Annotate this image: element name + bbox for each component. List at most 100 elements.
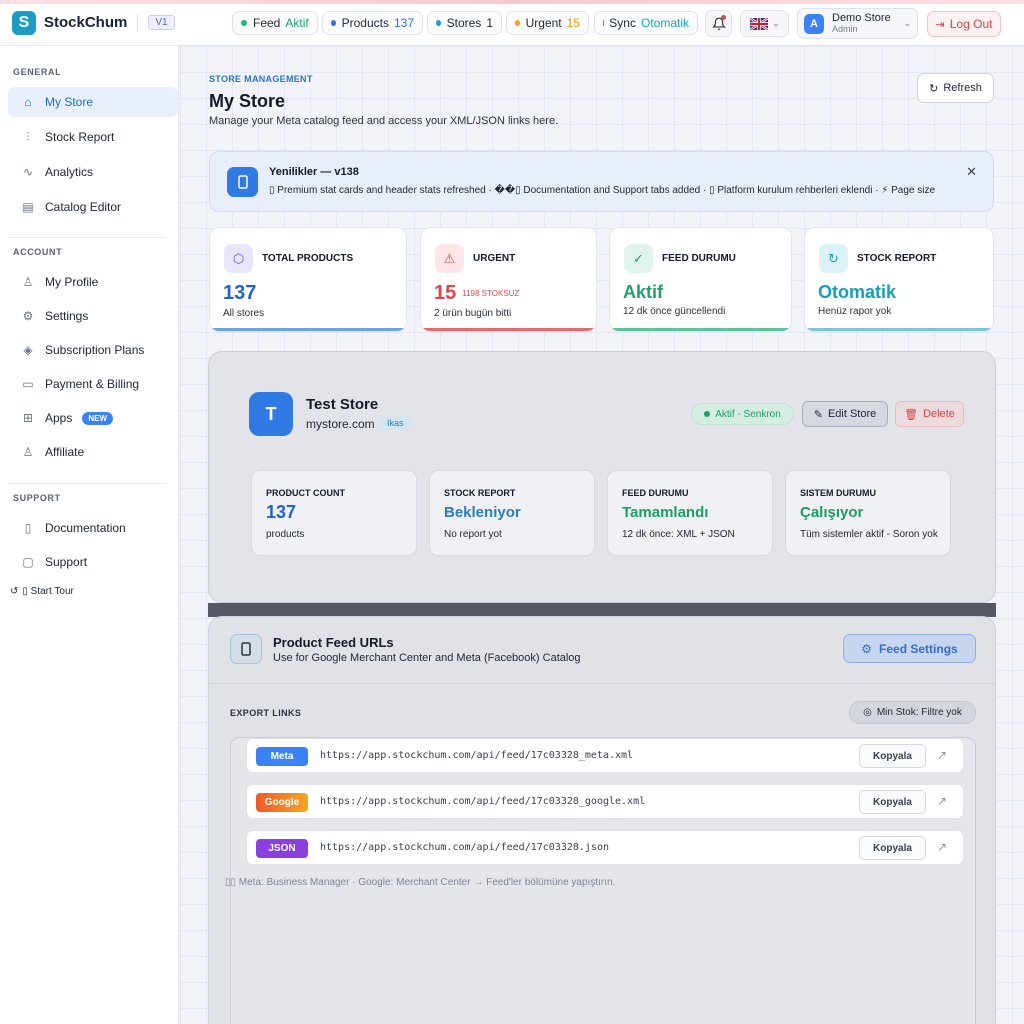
sidebar-item-my-store[interactable]: ⌂ My Store (8, 87, 178, 117)
sidebar-item-stock-report[interactable]: ⫶ Stock Report (8, 122, 178, 152)
header-stat-feed[interactable]: Feed Aktif (232, 11, 318, 35)
divider (8, 483, 166, 484)
sidebar-item-documentation[interactable]: ▯ Documentation (8, 513, 178, 543)
sidebar-item-analytics[interactable]: ∿ Analytics (8, 157, 178, 187)
status-dot-icon (515, 20, 520, 26)
copy-button[interactable]: Kopyala (859, 836, 926, 860)
accent-bar (421, 328, 596, 331)
status-dot-icon (436, 20, 441, 26)
sidebar: GENERAL ⌂ My Store ⫶ Stock Report ∿ Anal… (0, 46, 179, 1024)
source-tag: Google (256, 793, 308, 812)
external-link-icon[interactable]: ↗ (937, 840, 947, 854)
feed-url[interactable]: https://app.stockchum.com/api/feed/17c03… (320, 750, 633, 761)
user-plus-icon: ♙ (22, 445, 34, 459)
store-metric-card: SISTEM DURUMU Çalışıyor Tüm sistemler ak… (785, 470, 951, 556)
section-title-account: ACCOUNT (13, 247, 63, 257)
sidebar-item-catalog-editor[interactable]: ▤ Catalog Editor (8, 192, 178, 222)
external-link-icon[interactable]: ↗ (937, 748, 947, 762)
restart-icon: ↺ (10, 586, 19, 597)
user-role: Admin (832, 23, 858, 34)
avatar: A (804, 13, 824, 34)
page-title: My Store (209, 91, 286, 111)
page-eyebrow: STORE MANAGEMENT (209, 74, 313, 84)
sidebar-item-subscription-plans[interactable]: ◈ Subscription Plans (8, 335, 178, 365)
external-link-icon[interactable]: ↗ (937, 794, 947, 808)
close-icon[interactable]: ✕ (966, 164, 977, 180)
store-name: Test Store (306, 396, 379, 413)
copy-button[interactable]: Kopyala (859, 744, 926, 768)
start-tour-button[interactable]: ↺ ▯ Start Tour (10, 586, 74, 597)
logout-button[interactable]: ⇥ Log Out (927, 11, 1001, 37)
news-title: Yenilikler — v138 (269, 166, 359, 178)
header-stat-sync[interactable]: Sync Otomatik (594, 11, 698, 35)
status-dot-icon (704, 411, 711, 417)
refresh-icon: ↻ (819, 244, 848, 273)
stat-value: Otomatik (818, 282, 897, 302)
copy-button[interactable]: Kopyala (859, 790, 926, 814)
stat-card-total-products: ⬡ TOTAL PRODUCTS 137 All stores (209, 227, 407, 332)
news-text: ▯ Premium stat cards and header stats re… (269, 185, 936, 196)
stat-value: Aktif (623, 282, 663, 302)
section-title-general: GENERAL (13, 67, 62, 77)
store-avatar: T (249, 392, 293, 436)
gear-icon: ⚙ (22, 309, 34, 323)
target-icon: ◎ (863, 707, 872, 718)
export-links-list: Meta https://app.stockchum.com/api/feed/… (225, 737, 976, 1024)
credit-card-icon: ▭ (22, 377, 34, 391)
status-dot-icon (241, 20, 247, 26)
store-url: mystore.com (306, 417, 375, 431)
brand-name[interactable]: StockChum (44, 14, 127, 31)
header-stat-products[interactable]: Products 137 (322, 11, 423, 35)
section-title-support: SUPPORT (13, 493, 61, 503)
sidebar-item-my-profile[interactable]: ♙ My Profile (8, 267, 178, 297)
language-selector[interactable]: ⌄ (740, 10, 789, 37)
header-stat-stores[interactable]: Stores 1 (427, 11, 502, 35)
home-icon: ⌂ (24, 95, 32, 109)
sidebar-item-payment-billing[interactable]: ▭ Payment & Billing (8, 369, 178, 399)
source-tag: JSON (256, 839, 308, 858)
sidebar-item-support[interactable]: ▢ Support (8, 547, 178, 577)
apps-icon: ⊞ (22, 411, 34, 425)
user-name: Demo Store (832, 11, 891, 24)
sidebar-item-settings[interactable]: ⚙ Settings (8, 301, 178, 331)
sidebar-item-apps[interactable]: ⊞ Apps NEW (8, 403, 178, 433)
feed-link-row-json: JSON https://app.stockchum.com/api/feed/… (246, 830, 964, 865)
grid-icon: ▤ (22, 200, 34, 214)
min-stock-filter[interactable]: ◎ Min Stok: Filtre yok (849, 701, 976, 724)
feed-url[interactable]: https://app.stockchum.com/api/feed/17c03… (320, 796, 645, 807)
edit-store-button[interactable]: ✎ Edit Store (802, 401, 888, 427)
book-icon: ▯ (24, 521, 32, 535)
status-dot-icon (331, 20, 336, 26)
stat-card-urgent: ⚠ URGENT 15 1198 STOKSUZ 2 ürün bugün bit… (420, 227, 597, 332)
new-badge: NEW (82, 411, 114, 425)
store-metric-card: PRODUCT COUNT 137 products (251, 470, 417, 556)
uk-flag-icon (749, 17, 768, 30)
export-links-label: EXPORT LINKS (230, 708, 302, 718)
top-bar: S StockChum V1 Feed Aktif Products 137 S… (0, 0, 1024, 46)
header-stat-urgent[interactable]: Urgent 15 (506, 11, 589, 35)
feed-settings-button[interactable]: ⚙ Feed Settings (843, 634, 976, 663)
phone-icon (230, 634, 262, 664)
cube-icon: ⬡ (224, 244, 253, 273)
version-badge: V1 (148, 15, 175, 30)
delete-store-button[interactable]: 🗑 Delete (895, 401, 964, 427)
accent-bar (610, 328, 791, 331)
logo-icon[interactable]: S (12, 10, 36, 35)
phone-icon (227, 167, 258, 197)
feed-url[interactable]: https://app.stockchum.com/api/feed/17c03… (320, 842, 609, 853)
news-banner: Yenilikler — v138 ▯ Premium stat cards a… (209, 151, 994, 212)
stat-value: 137 (223, 282, 257, 304)
feed-title: Product Feed URLs (273, 635, 394, 650)
activity-icon: ∿ (22, 165, 34, 179)
sidebar-item-affiliate[interactable]: ♙ Affiliate (8, 437, 178, 467)
overlay-band (208, 603, 996, 617)
warning-icon: ⚠ (435, 244, 464, 273)
stat-value: 15 1198 STOKSUZ (434, 282, 520, 304)
refresh-button[interactable]: ↻ Refresh (917, 73, 994, 103)
notifications-button[interactable] (705, 10, 732, 37)
user-icon: ♙ (22, 275, 34, 289)
user-menu-button[interactable]: A Demo Store Admin ⌄ (797, 8, 918, 39)
main-content: STORE MANAGEMENT My Store Manage your Me… (180, 46, 1024, 1024)
feed-link-row-meta: Meta https://app.stockchum.com/api/feed/… (246, 738, 964, 773)
accent-bar (210, 328, 406, 331)
